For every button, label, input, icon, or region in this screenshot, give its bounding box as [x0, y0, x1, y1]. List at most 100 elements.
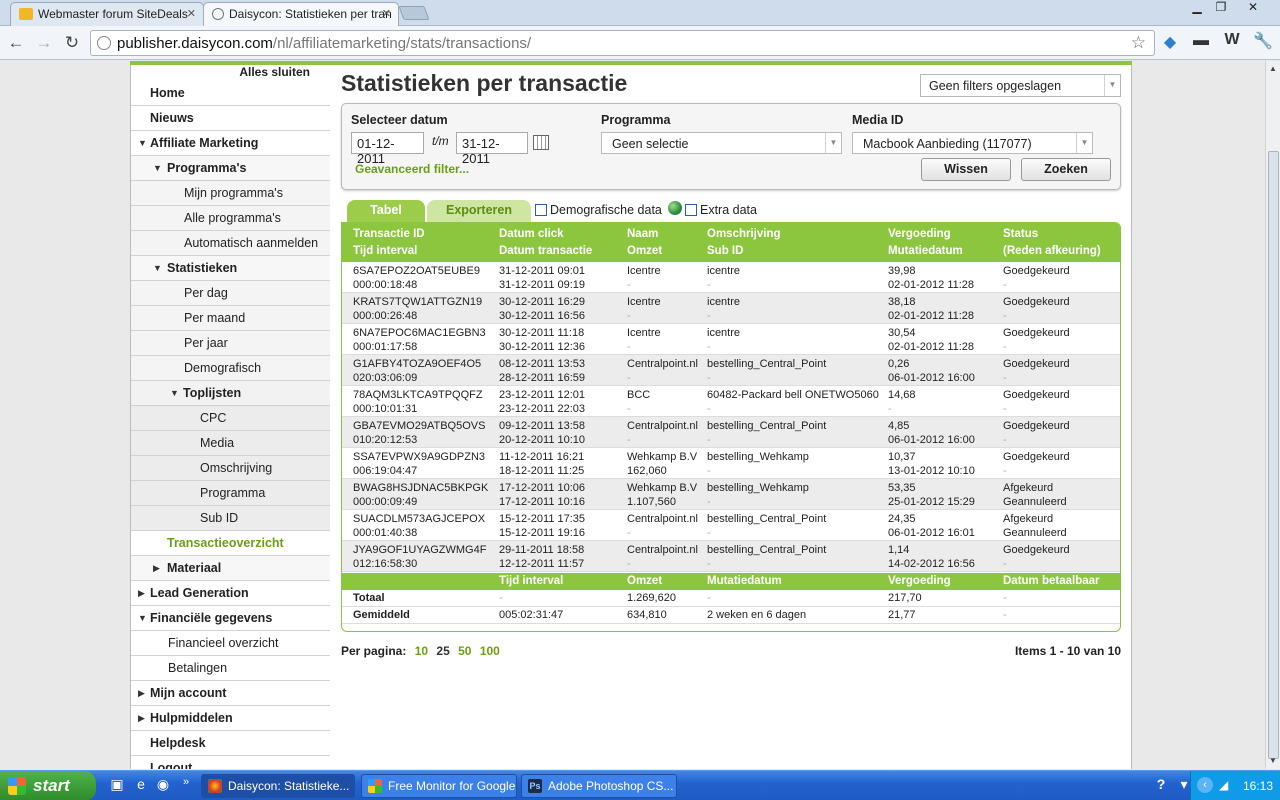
help-icon[interactable]: ? [1152, 776, 1170, 794]
advanced-filter-link[interactable]: Geavanceerd filter... [355, 162, 469, 176]
column-header[interactable]: Transactie ID Tijd interval [353, 226, 425, 260]
sidebar-item-cpc[interactable]: CPC [131, 406, 330, 431]
checkbox-label: Extra data [700, 203, 757, 217]
reload-icon[interactable]: ↻ [61, 32, 83, 54]
clear-button[interactable]: Wissen [921, 158, 1011, 181]
sidebar-item-toplists[interactable]: ▼ Toplijsten [131, 381, 330, 406]
app-icon [368, 779, 382, 793]
back-arrow-icon[interactable]: ← [5, 32, 27, 54]
sidebar-item-material[interactable]: ▶ Materiaal [131, 556, 330, 581]
scroll-down-icon[interactable]: ▼ [1269, 756, 1277, 765]
sidebar-item-news[interactable]: Nieuws [131, 106, 330, 131]
sidebar-item-financial-overview[interactable]: Financieel overzicht [131, 631, 330, 656]
forward-arrow-icon[interactable]: → [33, 32, 55, 54]
start-button[interactable]: start [0, 771, 96, 800]
column-header[interactable]: Status (Reden afkeuring) [1003, 226, 1101, 260]
scrollbar-thumb[interactable] [1268, 151, 1279, 759]
sidebar-item-program[interactable]: Programma [131, 481, 330, 506]
media-id-select[interactable]: Macbook Aanbieding (117077) ▼ [852, 132, 1093, 154]
address-bar[interactable]: publisher.daisycon.com/nl/affiliatemarke… [90, 30, 1155, 56]
checkbox-box[interactable] [535, 204, 547, 216]
demographic-data-checkbox[interactable]: Demografische data [535, 203, 662, 217]
column-header[interactable]: Naam Omzet [627, 226, 662, 260]
summary-label: Gemiddeld [353, 609, 410, 621]
sidebar-item-helpdesk[interactable]: Helpdesk [131, 731, 330, 756]
close-window-icon[interactable]: ✕ [1240, 0, 1266, 18]
vertical-scrollbar[interactable]: ▲ ▼ [1265, 61, 1280, 769]
sidebar-item-affiliate-marketing[interactable]: ▼ Affiliate Marketing [131, 131, 330, 156]
wikipedia-extension-icon[interactable]: W [1220, 31, 1244, 49]
sidebar-item-per-month[interactable]: Per maand [131, 306, 330, 331]
extension-icon[interactable]: ▬ [1189, 32, 1213, 50]
sidebar-item-programs[interactable]: ▼ Programma's [131, 156, 330, 181]
task-photoshop[interactable]: Ps Adobe Photoshop CS... [521, 774, 677, 798]
tray-expand-icon[interactable]: ‹ [1197, 777, 1213, 793]
tab-export[interactable]: Exporteren [427, 200, 531, 222]
minimize-icon[interactable]: ▁ [1184, 0, 1210, 18]
date-to-input[interactable]: 31-12-2011 [456, 132, 528, 166]
sidebar-item-per-year[interactable]: Per jaar [131, 331, 330, 356]
sidebar-item-tools[interactable]: ▶ Hulpmiddelen [131, 706, 330, 731]
explorer-icon[interactable]: ▣ [108, 776, 126, 794]
sidebar-item-label: Programma [200, 486, 266, 500]
sidebar-item-payments[interactable]: Betalingen [131, 656, 330, 681]
date-from-input[interactable]: 01-12-2011 [351, 132, 424, 166]
sidebar-item-transaction-overview[interactable]: Transactieoverzicht [131, 531, 330, 556]
extra-data-checkbox[interactable]: Extra data [685, 203, 757, 217]
column-header[interactable]: Datum click Datum transactie [499, 226, 592, 260]
chevron-right-icon: ▶ [138, 713, 145, 723]
table-cell: Icentre - [627, 327, 661, 353]
program-select[interactable]: Geen selectie ▼ [601, 132, 842, 154]
per-page-option-50[interactable]: 50 [458, 644, 471, 658]
sidebar-item-statistics[interactable]: ▼ Statistieken [131, 256, 330, 281]
sidebar-item-logout[interactable]: Logout [131, 756, 330, 769]
browser-tab-sitedeals[interactable]: Webmaster forum SiteDeals ✕ [10, 2, 204, 26]
clock[interactable]: 16:13 [1243, 779, 1273, 793]
per-page-option-100[interactable]: 100 [480, 644, 500, 658]
quicklaunch-more-icon[interactable]: » [177, 776, 195, 794]
sidebar-item-auto-signup[interactable]: Automatisch aanmelden [131, 231, 330, 256]
table-cell: Icentre - [627, 265, 661, 291]
sidebar-nav: Home Nieuws ▼ Affiliate Marketing ▼ Progra… [131, 81, 330, 769]
task-daisycon[interactable]: Daisycon: Statistieke... [201, 774, 355, 798]
wrench-menu-icon[interactable]: 🔧 [1251, 31, 1275, 51]
close-tab-icon[interactable]: ✕ [382, 7, 391, 20]
column-header[interactable]: Omschrijving Sub ID [707, 226, 781, 260]
filter-panel: Selecteer datum 01-12-2011 t/m 31-12-201… [341, 103, 1121, 190]
sidebar-item-per-day[interactable]: Per dag [131, 281, 330, 306]
sidebar-item-demographic[interactable]: Demografisch [131, 356, 330, 381]
per-page-option-25[interactable]: 25 [436, 644, 449, 658]
browser-tab-daisycon[interactable]: Daisycon: Statistieken per tran ✕ [203, 2, 399, 26]
sidebar-item-label: Mijn programma's [184, 186, 283, 200]
checkbox-box[interactable] [685, 204, 697, 216]
search-button[interactable]: Zoeken [1021, 158, 1111, 181]
sidebar-item-my-programs[interactable]: Mijn programma's [131, 181, 330, 206]
tab-table[interactable]: Tabel [347, 200, 425, 222]
maximize-icon[interactable]: ❐ [1208, 0, 1234, 18]
per-page-option-10[interactable]: 10 [415, 644, 428, 658]
sidebar-item-sub-id[interactable]: Sub ID [131, 506, 330, 531]
sidebar-item-description[interactable]: Omschrijving [131, 456, 330, 481]
sidebar-item-home[interactable]: Home [131, 81, 330, 106]
calendar-icon[interactable] [533, 135, 549, 150]
new-tab-button[interactable] [398, 6, 430, 20]
sidebar-item-lead-generation[interactable]: ▶ Lead Generation [131, 581, 330, 606]
sidebar-item-financial-data[interactable]: ▼ Financiële gegevens [131, 606, 330, 631]
close-tab-icon[interactable]: ✕ [187, 7, 196, 20]
summary-column-header: Tijd interval [499, 575, 564, 587]
volume-icon[interactable]: ◢ [1219, 778, 1228, 792]
chrome-icon[interactable]: ◉ [154, 776, 172, 794]
column-header[interactable]: Vergoeding Mutatiedatum [888, 226, 963, 260]
saved-filters-select[interactable]: Geen filters opgeslagen ▼ [920, 74, 1121, 97]
scroll-up-icon[interactable]: ▲ [1269, 64, 1277, 73]
sidebar-item-my-account[interactable]: ▶ Mijn account [131, 681, 330, 706]
sidebar-item-media[interactable]: Media [131, 431, 330, 456]
sidebar-item-all-programs[interactable]: Alle programma's [131, 206, 330, 231]
close-all-link[interactable]: Alles sluiten [131, 65, 330, 81]
summary-column-header: Datum betaalbaar [1003, 575, 1100, 587]
table-cell: icentre - [707, 265, 741, 291]
extension-icon[interactable]: ◆ [1158, 32, 1182, 52]
task-free-monitor[interactable]: Free Monitor for Google [361, 774, 517, 798]
bookmark-star-icon[interactable]: ☆ [1131, 33, 1146, 53]
internet-explorer-icon[interactable]: e [132, 776, 150, 794]
